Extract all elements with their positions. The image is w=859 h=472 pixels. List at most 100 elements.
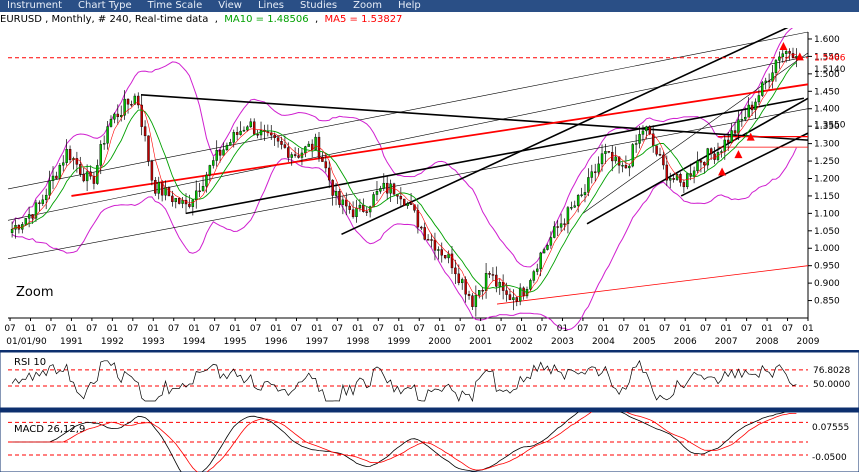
x-year-label: 2001 — [469, 337, 492, 347]
x-month-label: 07 — [700, 324, 711, 334]
x-month-label: 07 — [782, 324, 793, 334]
candle-body — [747, 104, 750, 118]
candle-body — [38, 202, 41, 204]
candle-body — [420, 226, 423, 229]
candle-body — [628, 165, 631, 169]
candle-body — [443, 255, 447, 259]
y-tick-label: 1.200 — [814, 174, 840, 184]
menu-chart-type[interactable]: Chart Type — [71, 0, 141, 12]
menu-lines[interactable]: Lines — [251, 0, 293, 12]
candle-body — [669, 178, 672, 181]
candle-body — [99, 144, 102, 166]
candle-body — [130, 104, 133, 106]
x-year-label: 1997 — [305, 337, 328, 347]
candle-body — [375, 191, 379, 195]
candle-body — [167, 187, 171, 197]
candle-body — [672, 178, 675, 180]
candle-body — [515, 297, 519, 302]
x-year-label: 2006 — [674, 337, 697, 347]
candle-body — [181, 199, 184, 204]
menu-view[interactable]: View — [211, 0, 251, 12]
candle-body — [205, 174, 208, 187]
ma10-label: MA10 = 1.48506 — [224, 14, 309, 25]
candle-body — [600, 153, 604, 165]
candle-body — [583, 192, 587, 195]
candle-body — [781, 53, 784, 58]
candle-body — [201, 186, 205, 192]
candle-body — [222, 149, 225, 156]
y-tick-label: 1.050 — [814, 227, 840, 237]
y-tick-label: 1.100 — [814, 209, 840, 219]
candle-body — [573, 205, 576, 208]
zoom-label[interactable]: Zoom — [16, 285, 53, 300]
menu-time-scale[interactable]: Time Scale — [141, 0, 212, 12]
y-tick-label: 1.300 — [814, 140, 840, 150]
x-year-label: 2002 — [510, 337, 533, 347]
candle-body — [454, 267, 457, 275]
price-chart[interactable]: 1.6001.5501.5001.4501.4001.3501.3001.250… — [0, 28, 859, 350]
candle-body — [403, 198, 406, 206]
candle-body — [733, 130, 737, 134]
candle-body — [252, 121, 256, 135]
y-tick-label: 1.000 — [814, 244, 840, 254]
candle-body — [157, 182, 160, 194]
candle-body — [549, 237, 553, 246]
candle-body — [703, 162, 706, 166]
candle-body — [621, 164, 624, 167]
x-month-label: 01 — [352, 324, 363, 334]
x-year-label: 01/01/90 — [6, 337, 47, 347]
candle-body — [208, 165, 212, 176]
x-month-label: 01 — [434, 324, 445, 334]
menu-zoom[interactable]: Zoom — [346, 0, 391, 12]
candle-body — [406, 203, 409, 206]
rsi-panel[interactable]: RSI 10 76.8028 50.0000 — [0, 352, 859, 408]
candle-body — [631, 144, 634, 167]
candle-body — [48, 180, 51, 196]
candle-body — [778, 56, 781, 61]
last-price-label: 1.5466 — [814, 54, 846, 64]
candle-body — [314, 136, 317, 150]
candle-body — [771, 72, 774, 82]
candle-body — [31, 214, 34, 219]
candle-body — [372, 194, 375, 207]
candle-body — [171, 195, 174, 203]
candle-body — [726, 139, 730, 143]
candle-body — [699, 160, 703, 163]
candle-body — [358, 204, 362, 209]
x-month-label: 01 — [311, 324, 322, 334]
candle-body — [614, 156, 617, 162]
candle-body — [467, 294, 471, 296]
candle-body — [143, 126, 147, 137]
candle-body — [191, 199, 195, 207]
candle-body — [648, 126, 651, 135]
x-month-label: 01 — [802, 324, 813, 334]
candle-body — [62, 162, 65, 166]
menu-instrument[interactable]: Instrument — [0, 0, 71, 12]
candle-body — [218, 149, 222, 156]
candle-body — [341, 199, 345, 205]
y-tick-label: 1.250 — [814, 157, 840, 167]
candle-body — [297, 155, 300, 158]
x-year-label: 1991 — [60, 337, 83, 347]
y-tick-label: 1.150 — [814, 192, 840, 202]
candle-body — [331, 179, 334, 196]
candle-body — [529, 280, 532, 290]
candle-body — [539, 252, 542, 270]
x-year-label: 1993 — [142, 337, 165, 347]
candle-body — [338, 191, 341, 205]
candle-body — [273, 134, 276, 138]
x-month-label: 07 — [373, 324, 384, 334]
x-year-label: 1992 — [101, 337, 124, 347]
candle-body — [188, 203, 191, 207]
menu-studies[interactable]: Studies — [293, 0, 346, 12]
candle-body — [754, 101, 757, 111]
x-month-label: 07 — [454, 324, 465, 334]
macd-panel[interactable]: MACD 26,12,9 0.07555 -0.0500 — [0, 412, 859, 472]
x-month-label: 01 — [720, 324, 731, 334]
candle-body — [737, 119, 740, 134]
x-year-label: 1996 — [265, 337, 288, 347]
candle-body — [256, 134, 259, 136]
menu-help[interactable]: Help — [391, 0, 430, 12]
candle-body — [542, 249, 546, 254]
candle-body — [239, 130, 242, 135]
